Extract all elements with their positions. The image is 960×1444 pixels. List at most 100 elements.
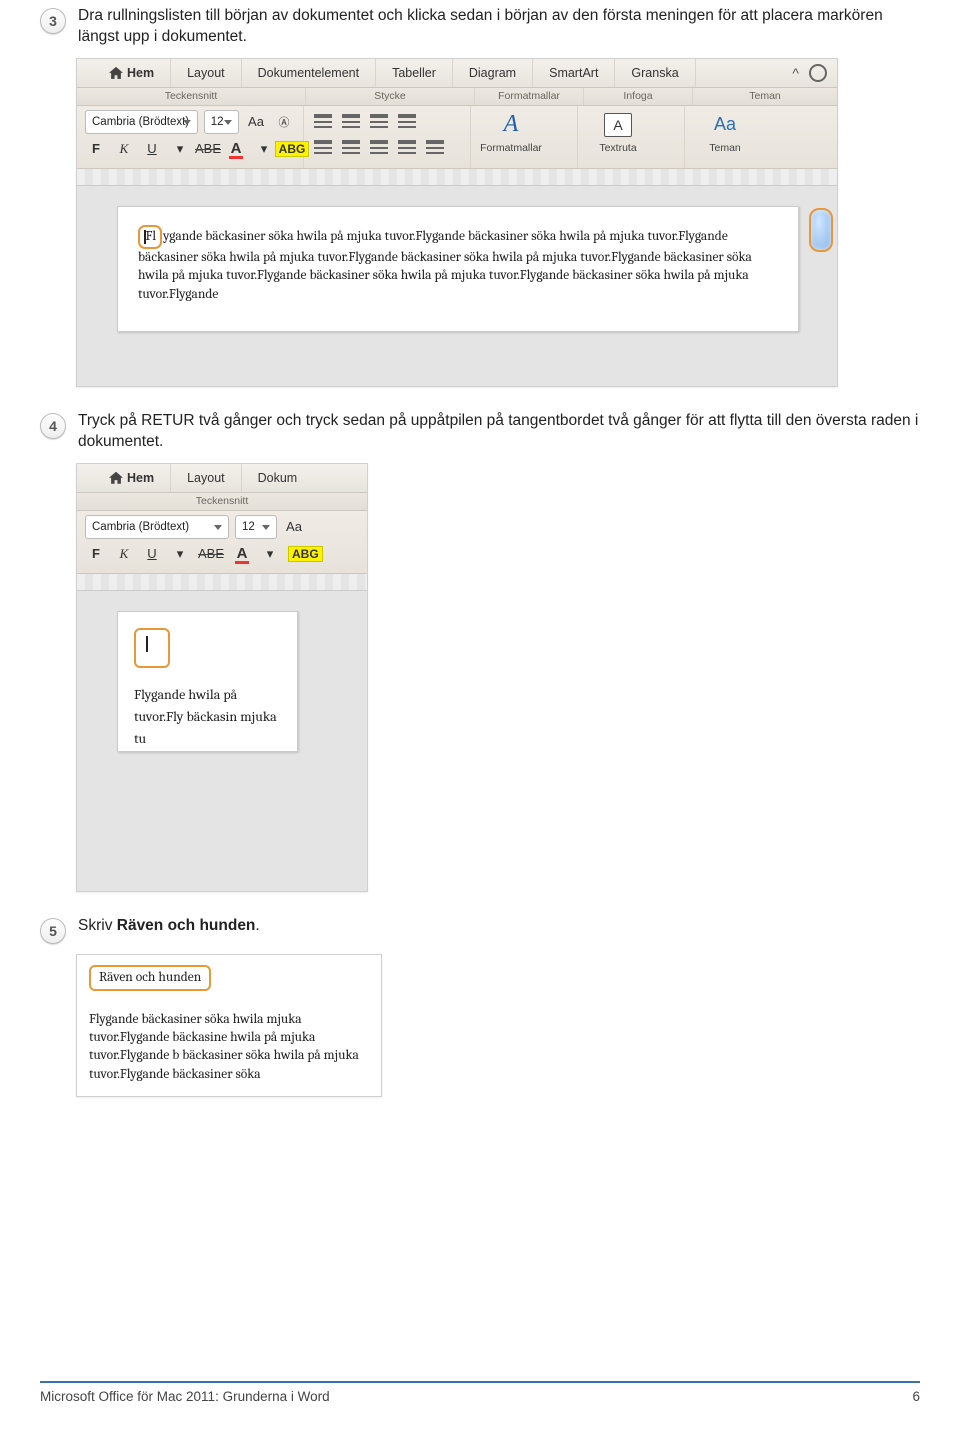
change-case-button[interactable]: Aa xyxy=(245,111,267,133)
ribbon-tabs: Hem Layout Dokumentelement Tabeller Diag… xyxy=(77,59,837,88)
dropdown-icon[interactable]: ▾ xyxy=(169,543,191,565)
justify-button[interactable] xyxy=(396,136,418,158)
group-label-font: Teckensnitt xyxy=(77,493,367,510)
textbox-button[interactable]: A Textruta xyxy=(586,110,650,154)
italic-button[interactable]: K xyxy=(113,543,135,565)
group-label-styles: Formatmallar xyxy=(475,88,584,105)
gear-icon[interactable] xyxy=(809,64,827,82)
text-cursor-icon xyxy=(146,636,148,652)
highlight-cursor-box xyxy=(134,628,170,668)
styles-icon: A xyxy=(504,111,519,138)
step-text: Skriv Räven och hunden. xyxy=(78,916,920,937)
strikethrough-button[interactable]: ABE xyxy=(197,543,225,565)
step-number: 3 xyxy=(40,8,66,34)
document-page[interactable]: Räven och hunden Flygande bäckasiner sök… xyxy=(89,965,369,1084)
tab-tabeller[interactable]: Tabeller xyxy=(376,59,453,87)
highlight-button[interactable]: ABG xyxy=(281,138,303,160)
highlight-button[interactable]: ABG xyxy=(287,543,324,565)
textbox-icon: A xyxy=(604,113,632,137)
doc-body-text: ygande bäckasiner söka hwila på mjuka tu… xyxy=(138,229,752,302)
align-right-button[interactable] xyxy=(368,136,390,158)
step-4: 4 Tryck på RETUR två gånger och tryck se… xyxy=(40,411,920,453)
tab-hem[interactable]: Hem xyxy=(77,59,171,87)
group-label-insert: Infoga xyxy=(584,88,693,105)
step-number: 5 xyxy=(40,918,66,944)
themes-icon: Aa xyxy=(714,114,736,135)
group-label-para: Stycke xyxy=(306,88,475,105)
tab-hem[interactable]: Hem xyxy=(77,464,171,492)
step-text: Tryck på RETUR två gånger och tryck seda… xyxy=(78,411,920,453)
group-themes: Aa Teman xyxy=(685,106,771,168)
group-font: Cambria (Brödtext) 12 Aa Ⓐ F K U ▾ ABE A… xyxy=(77,106,304,168)
doc-area: Flygande bäckasiner söka hwila på mjuka … xyxy=(77,186,837,386)
align-left-button[interactable] xyxy=(312,136,334,158)
tab-diagram[interactable]: Diagram xyxy=(453,59,533,87)
group-font: Cambria (Brödtext) 12 Aa F K U ▾ ABE A ▾… xyxy=(77,511,333,573)
step-text-fragment: . xyxy=(255,917,259,934)
group-styles: A Formatmallar xyxy=(471,106,578,168)
numbering-button[interactable] xyxy=(340,110,362,132)
bullets-button[interactable] xyxy=(312,110,334,132)
ribbon-tabs: Hem Layout Dokum xyxy=(77,464,367,493)
step-text-bold: Räven och hunden xyxy=(117,917,256,934)
ribbon-groups-body: Cambria (Brödtext) 12 Aa F K U ▾ ABE A ▾… xyxy=(77,511,367,574)
ruler xyxy=(77,169,837,186)
group-label-themes: Teman xyxy=(693,88,837,105)
document-page[interactable]: Flygande bäckasiner söka hwila på mjuka … xyxy=(117,206,799,332)
tab-granska[interactable]: Granska xyxy=(615,59,695,87)
document-page[interactable]: Flygande hwila på tuvor.Fly bäckasin mju… xyxy=(117,611,298,752)
align-center-button[interactable] xyxy=(340,136,362,158)
multilevel-button[interactable] xyxy=(368,110,390,132)
font-size-combo[interactable]: 12 xyxy=(204,110,239,134)
themes-label: Teman xyxy=(709,142,741,154)
clear-format-button[interactable]: Ⓐ xyxy=(273,111,295,133)
dropdown-icon[interactable]: ▾ xyxy=(259,543,281,565)
tab-dokumentelement-cut[interactable]: Dokum xyxy=(242,464,314,492)
screenshot-ribbon-full: Hem Layout Dokumentelement Tabeller Diag… xyxy=(76,58,838,387)
doc-text-fragment: Fl xyxy=(146,229,157,244)
bold-button[interactable]: F xyxy=(85,138,107,160)
change-case-button[interactable]: Aa xyxy=(283,516,305,538)
highlight-title-box: Räven och hunden xyxy=(89,965,211,991)
group-label-font: Teckensnitt xyxy=(77,88,306,105)
footer-page-number: 6 xyxy=(912,1389,920,1404)
font-color-button[interactable]: A xyxy=(225,138,247,160)
ribbon-group-labels: Teckensnitt Stycke Formatmallar Infoga T… xyxy=(77,88,837,106)
font-size-combo[interactable]: 12 xyxy=(235,515,277,539)
footer-title: Microsoft Office för Mac 2011: Grunderna… xyxy=(40,1389,330,1404)
tab-label: Hem xyxy=(127,66,154,80)
indent-button[interactable] xyxy=(424,136,446,158)
home-icon xyxy=(109,67,123,79)
tab-layout[interactable]: Layout xyxy=(171,59,242,87)
ribbon-right-controls: ^ xyxy=(782,59,837,87)
strikethrough-button[interactable]: ABE xyxy=(197,138,219,160)
tab-layout[interactable]: Layout xyxy=(171,464,242,492)
dropdown-icon[interactable]: ▾ xyxy=(253,138,275,160)
bold-button[interactable]: F xyxy=(85,543,107,565)
doc-area: Flygande hwila på tuvor.Fly bäckasin mju… xyxy=(77,591,367,891)
themes-button[interactable]: Aa Teman xyxy=(693,110,757,154)
group-insert: A Textruta xyxy=(578,106,685,168)
dropdown-icon[interactable]: ▾ xyxy=(169,138,191,160)
underline-button[interactable]: U xyxy=(141,543,163,565)
tab-smartart[interactable]: SmartArt xyxy=(533,59,615,87)
line-spacing-button[interactable] xyxy=(396,110,418,132)
tab-dokumentelement[interactable]: Dokumentelement xyxy=(242,59,376,87)
screenshot-ribbon-small: Hem Layout Dokum Teckensnitt Cambria (Br… xyxy=(76,463,368,892)
font-name-combo[interactable]: Cambria (Brödtext) xyxy=(85,110,198,134)
highlight-scroll-thumb[interactable] xyxy=(809,208,833,252)
font-color-button[interactable]: A xyxy=(231,543,253,565)
collapse-caret-icon[interactable]: ^ xyxy=(792,65,799,81)
group-paragraph xyxy=(304,106,471,168)
italic-button[interactable]: K xyxy=(113,138,135,160)
doc-body-text: Flygande bäckasiner söka hwila mjuka tuv… xyxy=(89,1011,369,1084)
screenshot-typed-title: Räven och hunden Flygande bäckasiner sök… xyxy=(76,954,382,1097)
styles-button[interactable]: A Formatmallar xyxy=(479,110,543,154)
underline-button[interactable]: U xyxy=(141,138,163,160)
font-name-combo[interactable]: Cambria (Brödtext) xyxy=(85,515,229,539)
doc-body-text: Flygande hwila på tuvor.Fly bäckasin mju… xyxy=(134,684,289,751)
textbox-label: Textruta xyxy=(599,142,636,154)
page-footer: Microsoft Office för Mac 2011: Grunderna… xyxy=(40,1381,920,1404)
step-text-fragment: Skriv xyxy=(78,917,117,934)
step-5: 5 Skriv Räven och hunden. xyxy=(40,916,920,944)
